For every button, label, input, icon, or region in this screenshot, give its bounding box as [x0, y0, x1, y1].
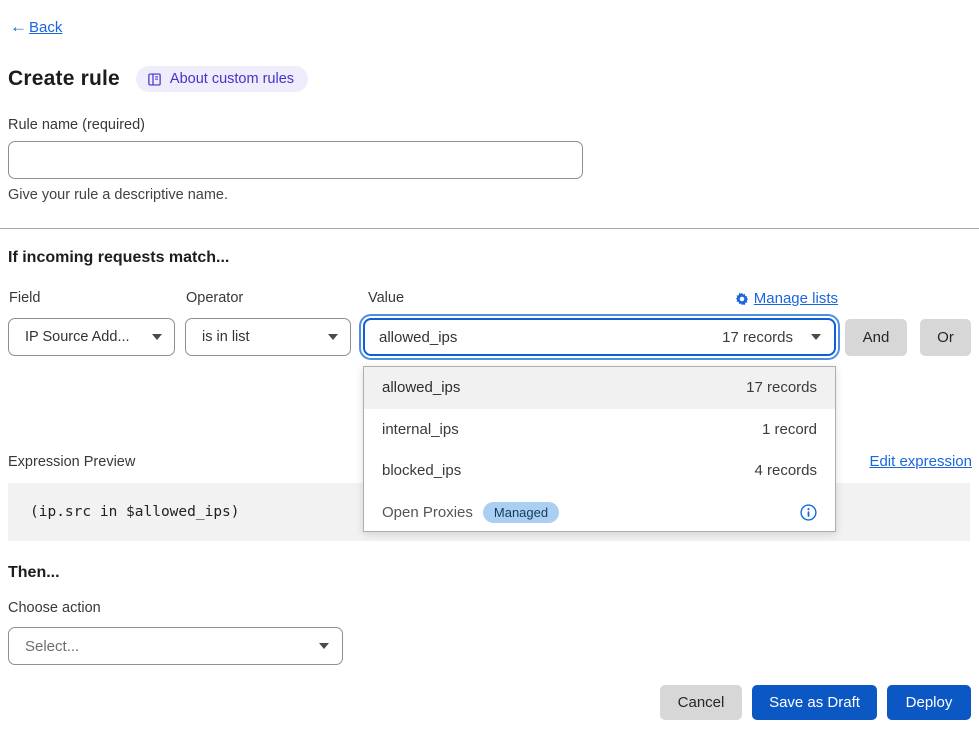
action-select-placeholder: Select... [25, 638, 319, 655]
rule-name-input[interactable] [8, 141, 583, 179]
list-option-count: 4 records [754, 462, 817, 479]
choose-action-label: Choose action [8, 600, 101, 616]
list-option-blocked-ips[interactable]: blocked_ips 4 records [364, 450, 835, 492]
list-option-name: internal_ips [382, 421, 459, 438]
field-select[interactable]: IP Source Add... [8, 318, 175, 356]
list-option-open-proxies[interactable]: Open Proxies Managed [364, 492, 835, 534]
chevron-down-icon [811, 334, 821, 340]
managed-badge: Managed [483, 502, 559, 523]
list-option-count: 17 records [746, 379, 817, 396]
operator-select[interactable]: is in list [185, 318, 351, 356]
expression-preview-label: Expression Preview [8, 454, 135, 470]
back-link[interactable]: ← Back [10, 17, 62, 37]
list-option-name: allowed_ips [382, 379, 460, 396]
operator-label: Operator [186, 290, 243, 306]
action-select[interactable]: Select... [8, 627, 343, 665]
list-dropdown-menu: allowed_ips 17 records internal_ips 1 re… [363, 366, 836, 532]
section-divider [0, 228, 979, 229]
back-label: Back [29, 19, 62, 36]
value-select-name: allowed_ips [379, 329, 457, 346]
match-section-heading: If incoming requests match... [8, 249, 229, 267]
title-row: Create rule About custom rules [8, 66, 308, 92]
book-icon [147, 72, 162, 87]
chevron-down-icon [328, 334, 338, 340]
save-as-draft-button[interactable]: Save as Draft [752, 685, 877, 720]
chevron-down-icon [319, 643, 329, 649]
back-arrow-icon: ← [10, 17, 27, 37]
expression-code: (ip.src in $allowed_ips) [30, 504, 240, 520]
or-button[interactable]: Or [920, 319, 971, 356]
and-button[interactable]: And [845, 319, 907, 356]
rule-name-label: Rule name (required) [8, 117, 145, 133]
about-custom-rules-badge[interactable]: About custom rules [136, 66, 308, 92]
edit-expression-link[interactable]: Edit expression [869, 453, 972, 470]
list-option-internal-ips[interactable]: internal_ips 1 record [364, 409, 835, 451]
manage-lists-link[interactable]: Manage lists [735, 290, 838, 307]
value-select-count: 17 records [722, 329, 811, 346]
about-badge-label: About custom rules [170, 71, 294, 87]
cancel-button[interactable]: Cancel [660, 685, 742, 720]
field-select-value: IP Source Add... [25, 329, 152, 345]
field-label: Field [9, 290, 40, 306]
list-option-name: blocked_ips [382, 462, 461, 479]
gear-icon [735, 292, 749, 306]
rule-name-helper-text: Give your rule a descriptive name. [8, 187, 228, 203]
value-select[interactable]: allowed_ips 17 records [363, 318, 836, 356]
value-label: Value [368, 290, 404, 306]
list-option-count: 1 record [762, 421, 817, 438]
manage-lists-label: Manage lists [754, 290, 838, 307]
list-option-allowed-ips[interactable]: allowed_ips 17 records [364, 367, 835, 409]
page-title: Create rule [8, 67, 120, 91]
then-section-heading: Then... [8, 564, 60, 582]
create-rule-page: ← Back Create rule About custom rules Ru… [0, 0, 979, 739]
list-option-name: Open Proxies [382, 504, 473, 521]
operator-select-value: is in list [202, 329, 328, 345]
info-icon[interactable] [800, 504, 817, 521]
chevron-down-icon [152, 334, 162, 340]
deploy-button[interactable]: Deploy [887, 685, 971, 720]
